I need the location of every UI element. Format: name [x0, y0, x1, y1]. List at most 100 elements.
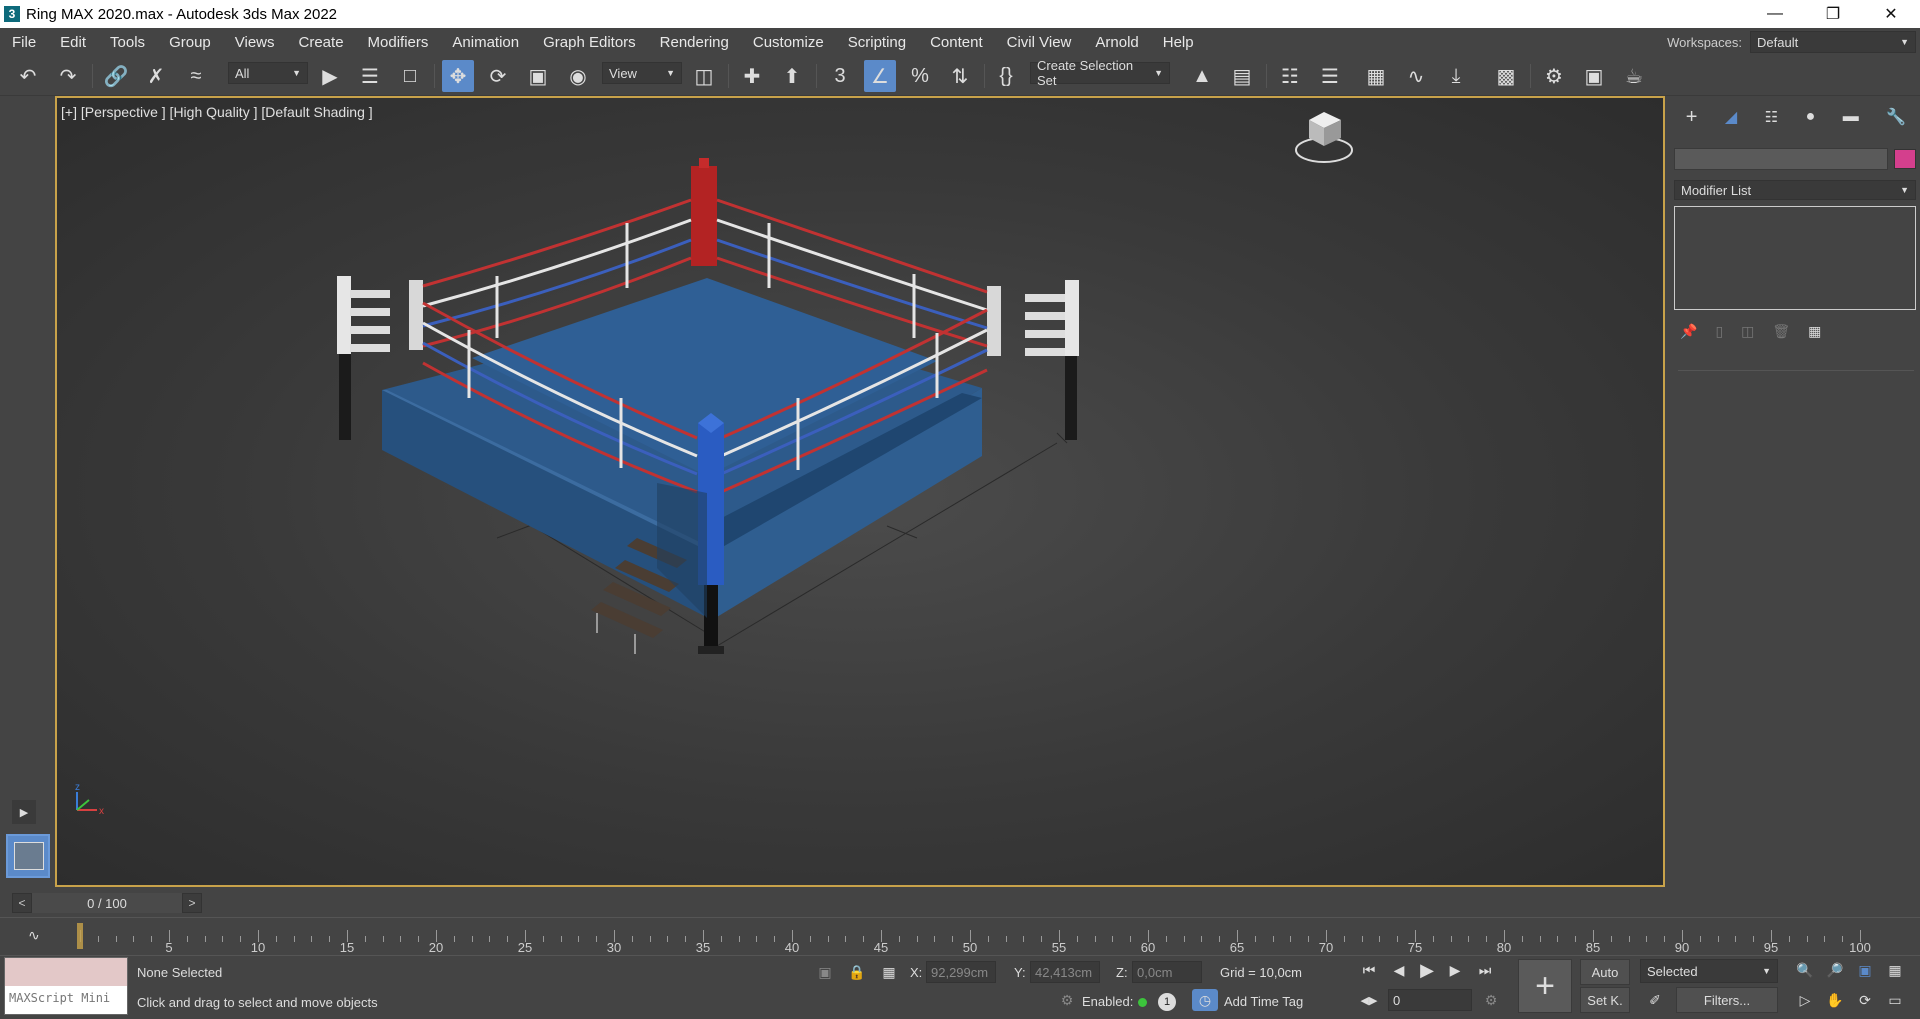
keyboard-shortcut-override-icon[interactable]: ⬆ — [776, 60, 808, 92]
select-and-move-icon[interactable]: ✥ — [442, 60, 474, 92]
motion-tab-icon[interactable]: ● — [1806, 108, 1816, 126]
field-of-view-icon[interactable]: ▷ — [1792, 989, 1818, 1011]
menu-views[interactable]: Views — [223, 34, 287, 51]
menu-customize[interactable]: Customize — [741, 34, 836, 51]
select-and-rotate-icon[interactable]: ⟳ — [482, 60, 514, 92]
time-slider-next[interactable]: > — [182, 893, 202, 913]
play-icon[interactable]: ▶ — [1414, 959, 1440, 981]
ribbon-toggle-icon[interactable]: ▦ — [1360, 60, 1392, 92]
key-mode-toggle-icon[interactable]: ◀▶ — [1356, 989, 1382, 1011]
pin-stack-icon[interactable]: 📌 — [1680, 323, 1697, 340]
menu-rendering[interactable]: Rendering — [648, 34, 741, 51]
absolute-mode-icon[interactable]: ▦ — [876, 961, 902, 983]
pivot-center-icon[interactable]: ◫ — [688, 60, 720, 92]
modify-tab-icon[interactable]: ◢ — [1725, 107, 1737, 127]
key-filter-dropdown[interactable]: Selected ▼ — [1640, 959, 1778, 983]
menu-civil-view[interactable]: Civil View — [995, 34, 1084, 51]
render-teapot-icon[interactable]: ☕ — [1618, 60, 1650, 92]
x-coordinate-field[interactable]: 92,299cm — [926, 961, 996, 983]
display-tab-icon[interactable]: ▬ — [1843, 108, 1859, 126]
percent-snap-icon[interactable]: % — [904, 60, 936, 92]
configure-modifier-sets-icon[interactable]: ▦ — [1808, 323, 1821, 340]
link-icon[interactable]: 🔗 — [100, 60, 132, 92]
curve-editor-mini-icon[interactable]: ∿ — [28, 927, 40, 944]
goto-end-icon[interactable]: ⏭ — [1472, 959, 1498, 981]
time-tag-icon[interactable]: ◷ — [1192, 989, 1218, 1011]
undo-icon[interactable]: ↶ — [12, 60, 44, 92]
remove-modifier-icon[interactable]: 🗑 — [1772, 323, 1790, 340]
rendered-frame-window-icon[interactable]: ▣ — [1578, 60, 1610, 92]
selection-filter-dropdown[interactable]: All ▼ — [228, 62, 308, 84]
time-slider-prev[interactable]: < — [12, 893, 32, 913]
curve-editor-icon[interactable]: ∿ — [1400, 60, 1432, 92]
spinner-snap-icon[interactable]: ⇅ — [944, 60, 976, 92]
menu-modifiers[interactable]: Modifiers — [356, 34, 441, 51]
workspace-dropdown[interactable]: Default ▼ — [1750, 31, 1916, 53]
zoom-all-icon[interactable]: 🔎 — [1822, 959, 1848, 981]
reference-coordinate-dropdown[interactable]: View ▼ — [602, 62, 682, 84]
viewcube[interactable] — [1295, 112, 1353, 163]
current-frame-field[interactable]: 0 — [1388, 989, 1472, 1011]
key-filters-button[interactable]: Filters... — [1676, 987, 1778, 1013]
enabled-count-badge[interactable]: 1 — [1158, 993, 1176, 1011]
selection-lock-icon[interactable]: 🔒 — [844, 961, 870, 983]
maxscript-listener[interactable]: MAXScript Mini — [4, 957, 128, 1015]
material-editor-icon[interactable]: ▩ — [1490, 60, 1522, 92]
time-marker[interactable] — [77, 923, 83, 949]
next-frame-icon[interactable]: ▶ — [1442, 959, 1468, 981]
z-coordinate-field[interactable]: 0,0cm — [1132, 961, 1202, 983]
mirror-icon[interactable]: ▲ — [1186, 60, 1218, 92]
modifier-list-dropdown[interactable]: Modifier List ▼ — [1674, 180, 1916, 200]
select-object-icon[interactable]: ▶ — [314, 60, 346, 92]
align-icon[interactable]: ▤ — [1226, 60, 1258, 92]
maximize-viewport-icon[interactable]: ▭ — [1882, 989, 1908, 1011]
bind-space-warp-icon[interactable]: ≈ — [180, 60, 212, 92]
menu-content[interactable]: Content — [918, 34, 995, 51]
pan-hand-icon[interactable]: ✋ — [1822, 989, 1848, 1011]
select-and-place-icon[interactable]: ◉ — [562, 60, 594, 92]
zoom-extents-all-icon[interactable]: ▦ — [1882, 959, 1908, 981]
object-name-field[interactable] — [1674, 148, 1888, 170]
menu-tools[interactable]: Tools — [98, 34, 157, 51]
perspective-viewport[interactable]: [+] [Perspective ] [High Quality ] [Defa… — [55, 96, 1665, 887]
expand-viewport-layout-icon[interactable]: ▶ — [12, 800, 36, 824]
rectangular-selection-icon[interactable]: □ — [394, 60, 426, 92]
add-time-tag-label[interactable]: Add Time Tag — [1224, 994, 1303, 1009]
menu-edit[interactable]: Edit — [48, 34, 98, 51]
minimize-button[interactable]: — — [1746, 0, 1804, 28]
previous-frame-icon[interactable]: ◀ — [1386, 959, 1412, 981]
y-coordinate-field[interactable]: 42,413cm — [1030, 961, 1100, 983]
schematic-view-icon[interactable]: ⤓ — [1440, 60, 1472, 92]
scene-explorer-icon[interactable]: ☷ — [1274, 60, 1306, 92]
time-configuration-icon[interactable]: ⚙ — [1478, 989, 1504, 1011]
object-color-swatch[interactable] — [1894, 149, 1916, 169]
select-and-scale-icon[interactable]: ▣ — [522, 60, 554, 92]
render-setup-icon[interactable]: ⚙ — [1538, 60, 1570, 92]
redo-icon[interactable]: ↷ — [52, 60, 84, 92]
time-slider[interactable]: < 0 / 100 > — [12, 893, 206, 913]
create-tab-icon[interactable]: + — [1686, 106, 1698, 129]
menu-graph-editors[interactable]: Graph Editors — [531, 34, 648, 51]
utilities-tab-icon[interactable]: 🔧 — [1886, 107, 1906, 127]
menu-create[interactable]: Create — [287, 34, 356, 51]
menu-help[interactable]: Help — [1151, 34, 1206, 51]
modifier-stack[interactable] — [1674, 206, 1916, 310]
track-bar[interactable]: 5 10 15 20 25 30 35 40 45 50 55 60 65 70 75 80 85 90 95 100 — [50, 924, 1920, 955]
snaps-toggle-icon[interactable]: 3 — [824, 60, 856, 92]
unlink-icon[interactable]: ✗ — [140, 60, 172, 92]
viewport-layout-thumbnail[interactable] — [6, 834, 50, 878]
maxscript-mini-label[interactable]: MAXScript Mini — [5, 986, 127, 1014]
auto-key-button[interactable]: Auto — [1580, 959, 1630, 985]
close-button[interactable]: ✕ — [1862, 0, 1920, 28]
menu-scripting[interactable]: Scripting — [836, 34, 918, 51]
set-key-icon[interactable]: + — [1518, 959, 1572, 1013]
zoom-extents-icon[interactable]: ▣ — [1852, 959, 1878, 981]
restore-button[interactable]: ❐ — [1804, 0, 1862, 28]
menu-file[interactable]: File — [0, 34, 48, 51]
named-selection-set-dropdown[interactable]: Create Selection Set ▼ — [1030, 58, 1170, 88]
select-by-name-icon[interactable]: ☰ — [354, 60, 386, 92]
hierarchy-tab-icon[interactable]: ☷ — [1765, 108, 1778, 126]
time-slider-value[interactable]: 0 / 100 — [32, 893, 182, 913]
adaptive-degradation-icon[interactable]: ⚙ — [1054, 989, 1080, 1011]
menu-arnold[interactable]: Arnold — [1083, 34, 1150, 51]
